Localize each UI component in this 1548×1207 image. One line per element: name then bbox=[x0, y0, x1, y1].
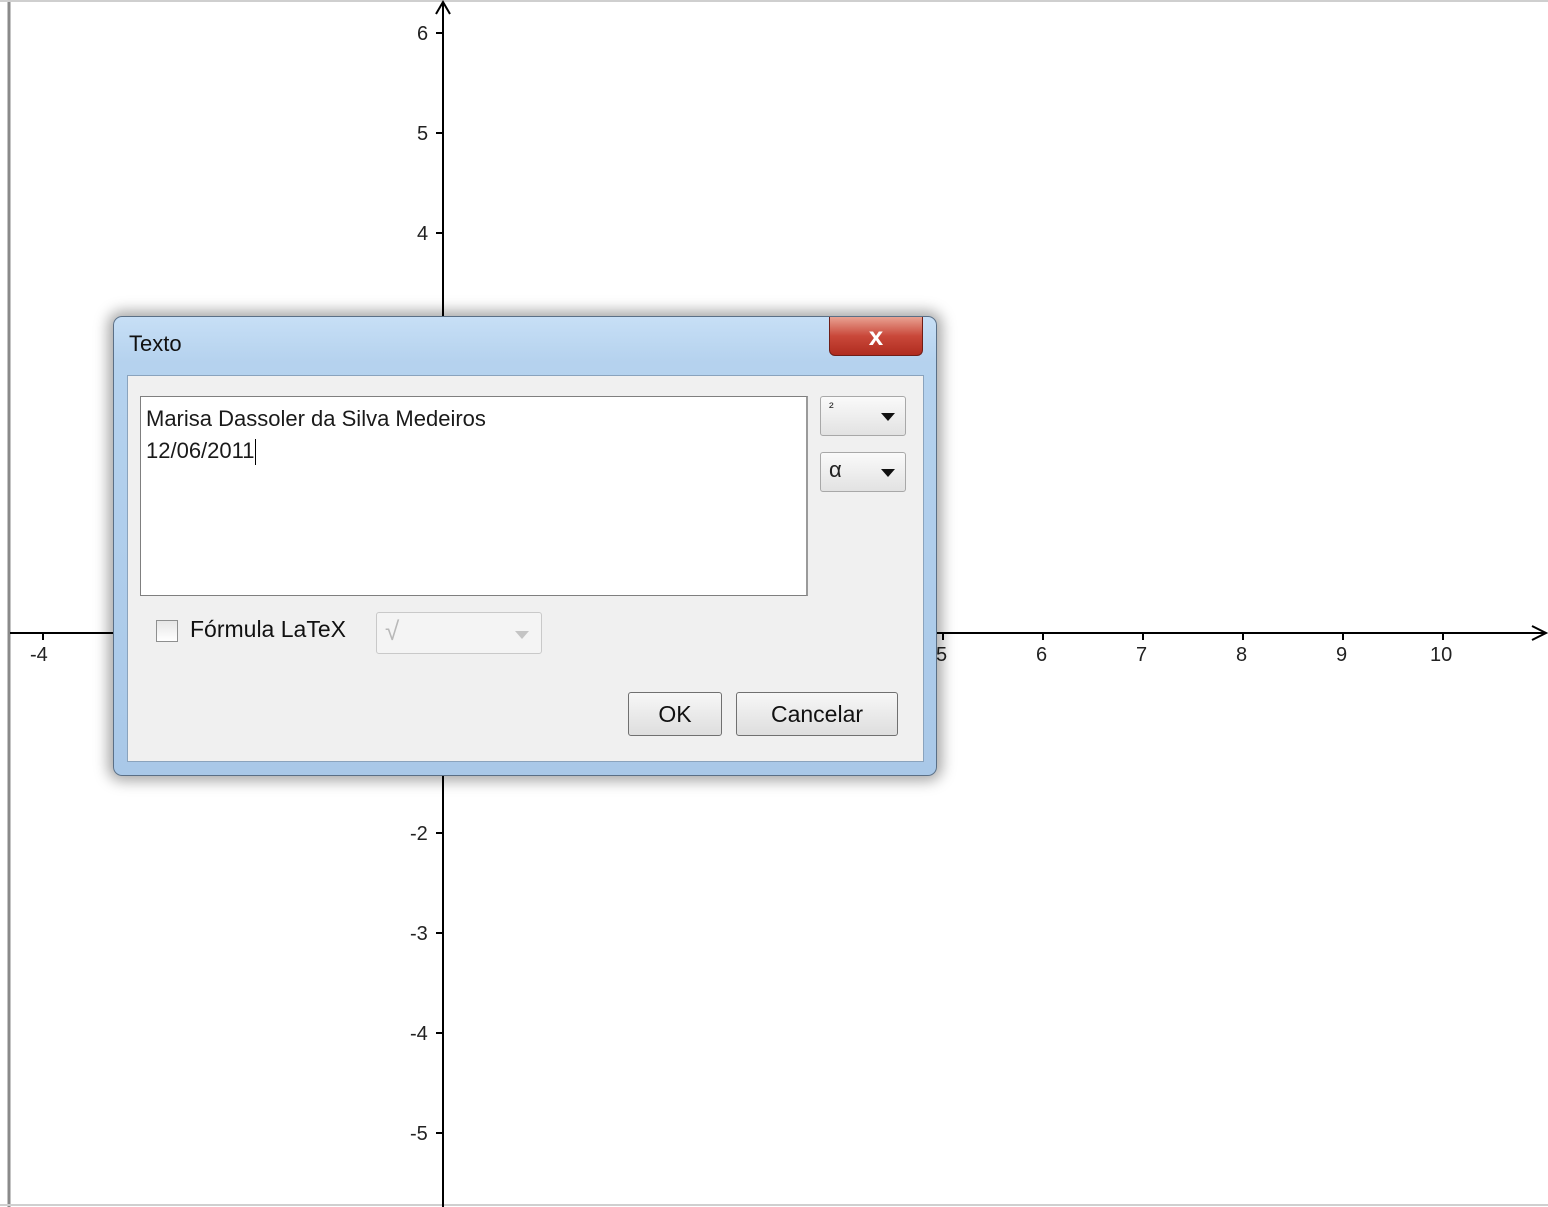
y-tick-label: 4 bbox=[417, 223, 428, 245]
x-tick-label: 7 bbox=[1136, 644, 1147, 666]
superscript-dropdown[interactable]: ² bbox=[820, 396, 906, 436]
text-line: Marisa Dassoler da Silva Medeiros bbox=[146, 406, 486, 431]
x-tick-label: 6 bbox=[1036, 644, 1047, 666]
x-tick-label: -4 bbox=[30, 644, 48, 666]
close-icon: x bbox=[868, 320, 884, 351]
latex-checkbox[interactable] bbox=[156, 620, 178, 642]
dialog-content: Marisa Dassoler da Silva Medeiros 12/06/… bbox=[127, 375, 924, 762]
chevron-down-icon bbox=[515, 631, 529, 639]
cancel-button[interactable]: Cancelar bbox=[736, 692, 898, 736]
latex-symbol-dropdown: √ bbox=[376, 612, 542, 654]
x-tick-label: 9 bbox=[1336, 644, 1347, 666]
sqrt-icon: √ bbox=[385, 616, 400, 646]
greek-letter-value: α bbox=[829, 457, 842, 482]
text-dialog: Texto x Marisa Dassoler da Silva Medeiro… bbox=[113, 316, 937, 776]
close-button[interactable]: x bbox=[829, 317, 923, 356]
latex-checkbox-label[interactable]: Fórmula LaTeX bbox=[190, 616, 346, 643]
y-tick-label: 5 bbox=[417, 123, 428, 145]
x-tick-label: 5 bbox=[936, 644, 947, 666]
y-tick-label: -3 bbox=[410, 923, 428, 945]
greek-letter-dropdown[interactable]: α bbox=[820, 452, 906, 492]
y-tick-label: -4 bbox=[410, 1023, 428, 1045]
ok-button[interactable]: OK bbox=[628, 692, 722, 736]
x-tick-label: 8 bbox=[1236, 644, 1247, 666]
y-tick-label: -2 bbox=[410, 823, 428, 845]
text-caret bbox=[255, 439, 257, 466]
y-tick-label: 6 bbox=[417, 23, 428, 45]
x-tick-label: 10 bbox=[1430, 644, 1452, 666]
chevron-down-icon bbox=[881, 469, 895, 477]
superscript-value: ² bbox=[829, 399, 834, 415]
dialog-title: Texto bbox=[129, 331, 182, 356]
text-input-area[interactable]: Marisa Dassoler da Silva Medeiros 12/06/… bbox=[140, 396, 808, 596]
text-line-value: 12/06/2011 bbox=[146, 438, 255, 463]
y-tick-label: -5 bbox=[410, 1123, 428, 1145]
chevron-down-icon bbox=[881, 413, 895, 421]
text-line: 12/06/2011 bbox=[146, 435, 801, 467]
